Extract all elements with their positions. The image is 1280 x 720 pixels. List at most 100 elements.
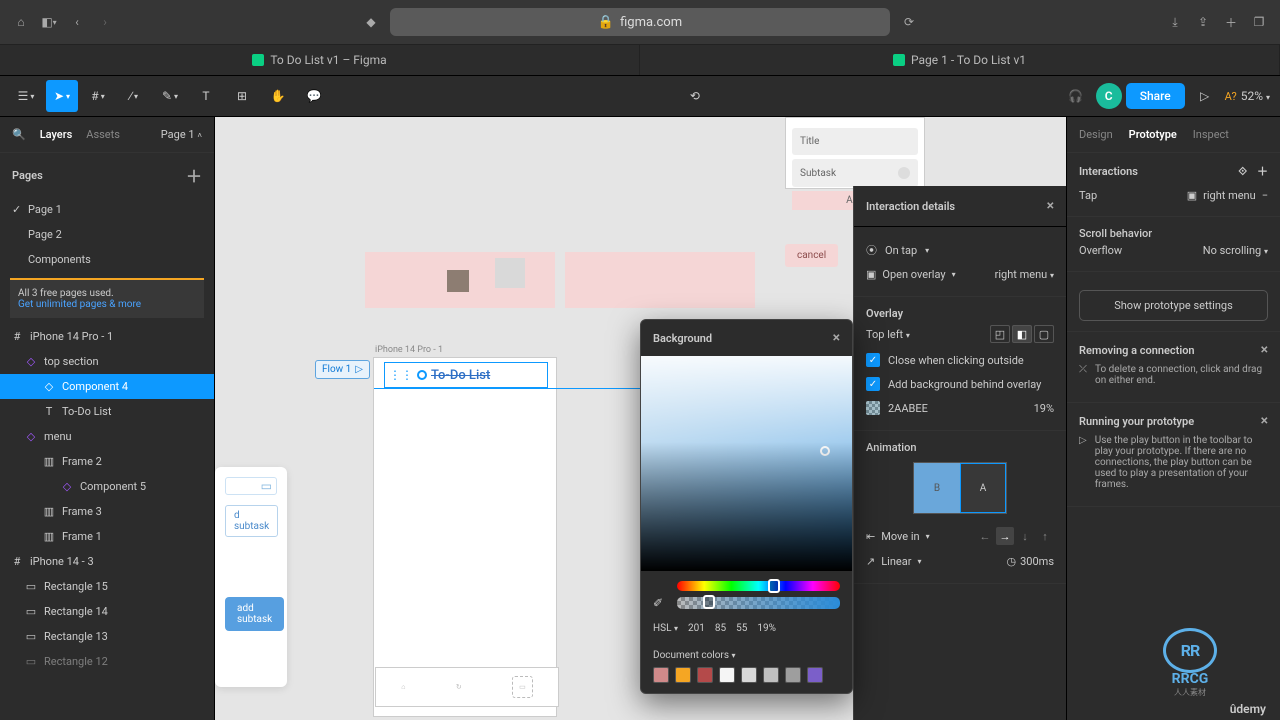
alpha-knob[interactable]: [703, 595, 715, 609]
position-select[interactable]: Top left ▾: [866, 328, 910, 341]
flow-starting-point[interactable]: Flow 1▷: [315, 360, 370, 379]
layer-frame-iphone14pro1[interactable]: #iPhone 14 Pro - 1: [0, 324, 214, 349]
overflow-select[interactable]: No scrolling ▾: [1203, 244, 1268, 257]
frame-tool[interactable]: #▾: [82, 80, 114, 112]
close-tip-icon[interactable]: ×: [1261, 342, 1268, 358]
user-avatar[interactable]: C: [1096, 83, 1122, 109]
missing-fonts-badge[interactable]: A?: [1225, 90, 1237, 103]
h-value[interactable]: 201: [688, 623, 705, 634]
bottom-nav[interactable]: ⌂ ↻ ▭: [375, 667, 559, 707]
alpha-slider[interactable]: [677, 597, 840, 609]
download-icon[interactable]: ⤓: [1166, 13, 1184, 31]
overlay-bg-opacity[interactable]: 19%: [1034, 402, 1054, 415]
share-icon[interactable]: ⇪: [1194, 13, 1212, 31]
artboard-iphone[interactable]: ⋮⋮ To-Do List: [373, 357, 557, 717]
close-panel-icon[interactable]: ×: [833, 330, 840, 346]
page-selector[interactable]: Page 1 ˄: [161, 128, 202, 141]
artboard-extra2[interactable]: [975, 117, 1055, 187]
overlay-bg-color-chip[interactable]: [866, 401, 880, 415]
trigger-select[interactable]: ⦿On tap▾: [866, 237, 1054, 263]
position-presets[interactable]: ◰◧▢: [990, 325, 1054, 343]
tabs-icon[interactable]: ❐: [1250, 13, 1268, 31]
audio-icon[interactable]: 🎧: [1060, 80, 1092, 112]
hue-knob[interactable]: [768, 579, 780, 593]
layer-rect-13[interactable]: ▭Rectangle 13: [0, 624, 214, 649]
side-card[interactable]: ▭ d subtask add subtask: [215, 467, 287, 687]
reload-icon[interactable]: ⟳: [900, 13, 918, 31]
animation-type-select[interactable]: ⇤Move in▾: [866, 530, 930, 543]
close-tip-icon[interactable]: ×: [1261, 413, 1268, 429]
document-colors-toggle[interactable]: Document colors ▾: [653, 650, 735, 661]
selected-component[interactable]: ⋮⋮ To-Do List: [384, 362, 548, 388]
subtask-field[interactable]: Subtask: [792, 159, 918, 187]
swatch[interactable]: [763, 667, 779, 683]
swap-icon[interactable]: ⟐: [1238, 165, 1247, 178]
swatch[interactable]: [719, 667, 735, 683]
s-value[interactable]: 85: [715, 623, 726, 634]
overlay-card[interactable]: Title Subtask Add: [785, 117, 925, 189]
text-tool[interactable]: T: [190, 80, 222, 112]
nav-add[interactable]: ▭: [512, 676, 533, 698]
layer-frame-3[interactable]: ▥Frame 3: [0, 499, 214, 524]
zoom-level[interactable]: 52% ▾: [1241, 89, 1270, 103]
close-panel-icon[interactable]: ×: [1047, 198, 1054, 214]
shield-icon[interactable]: ◆: [362, 13, 380, 31]
hue-slider[interactable]: [677, 581, 840, 591]
new-tab-icon[interactable]: ＋: [1222, 13, 1240, 31]
swatch[interactable]: [807, 667, 823, 683]
close-outside-checkbox[interactable]: ✓Close when clicking outside: [866, 348, 1054, 372]
layer-rect-15[interactable]: ▭Rectangle 15: [0, 574, 214, 599]
layer-rect-14[interactable]: ▭Rectangle 14: [0, 599, 214, 624]
nav-item[interactable]: ↻: [456, 683, 462, 691]
canvas-shape[interactable]: [565, 252, 755, 308]
nav-item[interactable]: ⌂: [401, 683, 405, 691]
action-select[interactable]: ▣Open overlay▾: [866, 268, 956, 281]
search-icon[interactable]: 🔍: [12, 128, 26, 141]
drag-handle-icon[interactable]: ⋮⋮: [389, 368, 413, 382]
layer-menu[interactable]: ◇menu: [0, 424, 214, 449]
layer-todo-list-text[interactable]: TTo-Do List: [0, 399, 214, 424]
small-square[interactable]: [447, 270, 469, 292]
resources-tool[interactable]: ⊞: [226, 80, 258, 112]
toggle-icon[interactable]: [898, 167, 910, 179]
present-button[interactable]: ▷: [1189, 80, 1221, 112]
l-value[interactable]: 55: [736, 623, 747, 634]
page-item-2[interactable]: Page 2: [0, 222, 214, 247]
swatch[interactable]: [785, 667, 801, 683]
layer-top-section[interactable]: ◇top section: [0, 349, 214, 374]
canvas-shape[interactable]: [365, 252, 555, 308]
page-item-components[interactable]: Components: [0, 247, 214, 272]
url-bar[interactable]: 🔒 figma.com: [390, 8, 890, 36]
browser-tab-1[interactable]: To Do List v1 – Figma: [0, 45, 640, 75]
layers-tab[interactable]: Layers: [40, 128, 73, 141]
layer-frame-2[interactable]: ▥Frame 2: [0, 449, 214, 474]
page-item-1[interactable]: Page 1: [0, 197, 214, 222]
title-field[interactable]: Title: [792, 128, 918, 155]
a-value[interactable]: 19%: [757, 623, 776, 634]
remove-icon[interactable]: −: [1262, 189, 1268, 202]
sidebar-toggle-icon[interactable]: ◧▾: [40, 13, 58, 31]
overlay-bg-hex[interactable]: 2AABEE: [888, 402, 928, 415]
comment-tool[interactable]: 💬: [298, 80, 330, 112]
swatch[interactable]: [697, 667, 713, 683]
history-back-icon[interactable]: ⟲: [679, 80, 711, 112]
tab-prototype[interactable]: Prototype: [1129, 128, 1177, 141]
layer-component-4[interactable]: ◇Component 4: [0, 374, 214, 399]
pen-tool[interactable]: ∕▾: [118, 80, 150, 112]
home-icon[interactable]: ⌂: [12, 13, 30, 31]
browser-tab-2[interactable]: Page 1 - To Do List v1: [640, 45, 1280, 75]
tab-inspect[interactable]: Inspect: [1193, 128, 1229, 141]
assets-tab[interactable]: Assets: [86, 128, 120, 141]
forward-icon[interactable]: ›: [96, 13, 114, 31]
swatch[interactable]: [675, 667, 691, 683]
add-subtask-button-filled[interactable]: add subtask: [225, 597, 284, 631]
connection-node[interactable]: [417, 370, 427, 380]
swatch[interactable]: [741, 667, 757, 683]
main-menu-button[interactable]: ☰▾: [10, 80, 42, 112]
move-tool[interactable]: ➤▾: [46, 80, 78, 112]
add-background-checkbox[interactable]: ✓Add background behind overlay: [866, 372, 1054, 396]
upgrade-link[interactable]: Get unlimited pages & more: [18, 299, 141, 310]
upgrade-banner[interactable]: All 3 free pages used. Get unlimited pag…: [10, 278, 204, 318]
tab-design[interactable]: Design: [1079, 128, 1113, 141]
color-cursor[interactable]: [820, 446, 830, 456]
